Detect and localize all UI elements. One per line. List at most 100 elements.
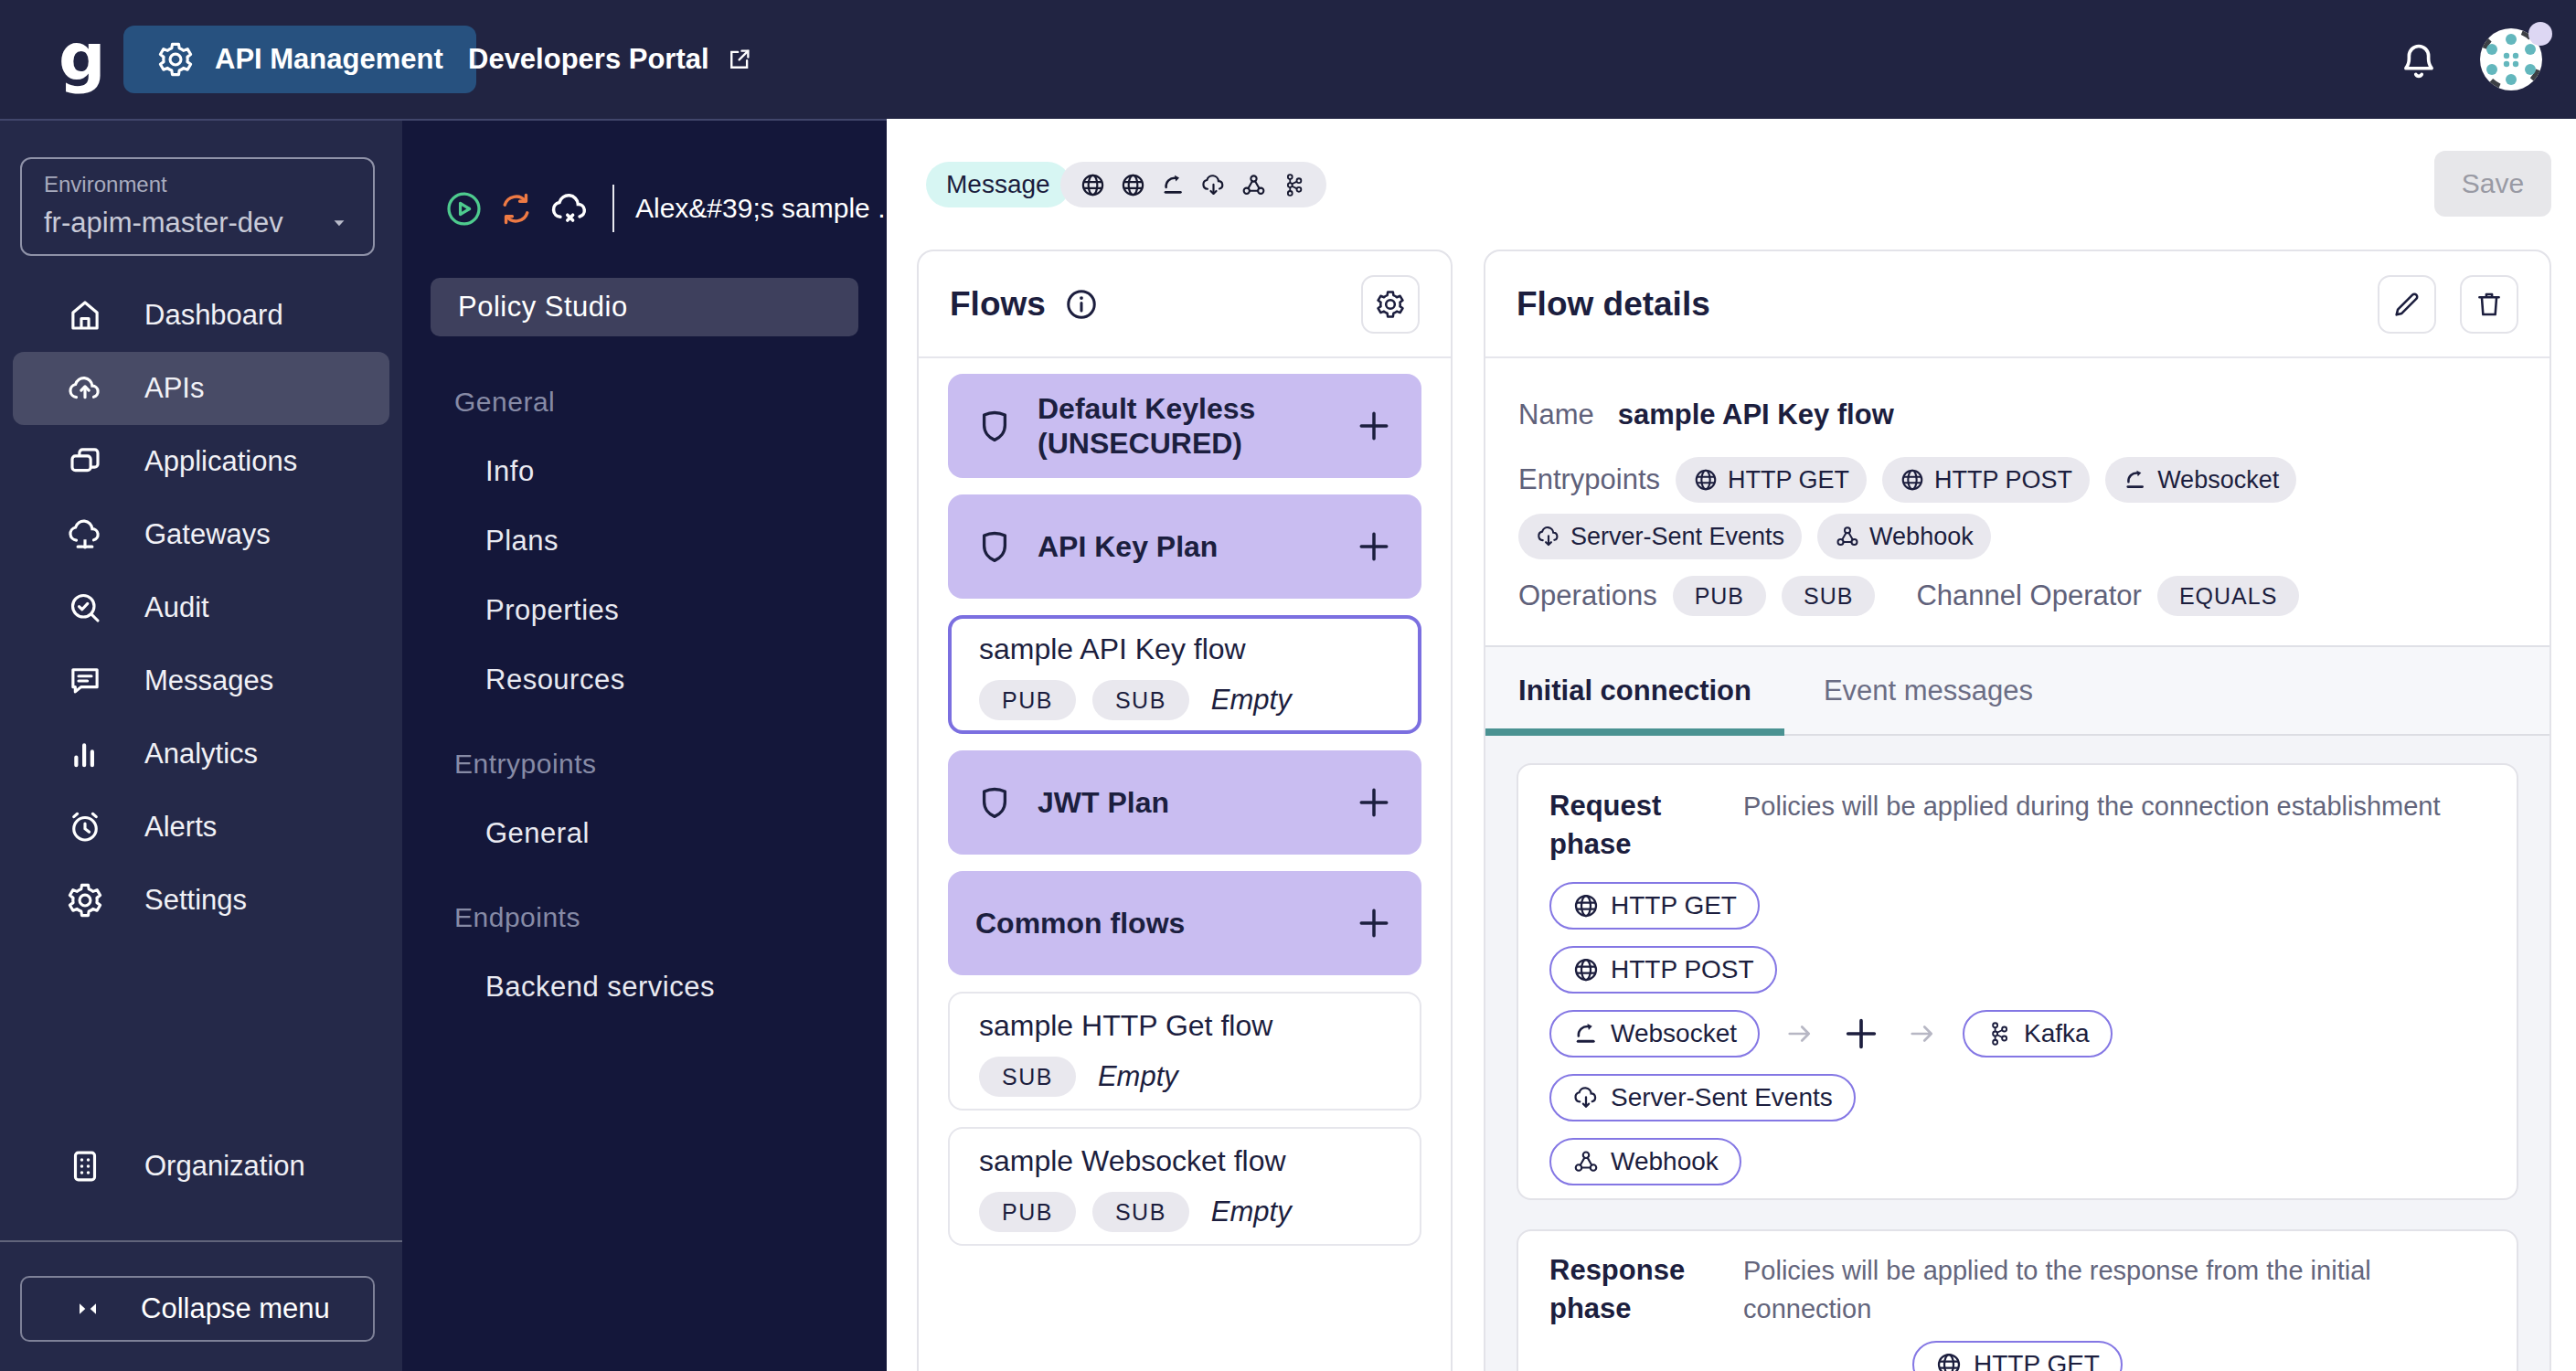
- shield-icon: [975, 527, 1014, 566]
- sidebar-item-analytics[interactable]: Analytics: [13, 717, 389, 791]
- server-sent-events-icon: [1572, 1084, 1600, 1111]
- environment-select[interactable]: Environment fr-apim-master-dev: [20, 157, 375, 256]
- menu-item-policy-studio[interactable]: Policy Studio: [431, 278, 858, 336]
- sidebar-item-messages[interactable]: Messages: [13, 644, 389, 717]
- policy-chip-sse[interactable]: Server-Sent Events: [1549, 1074, 1856, 1121]
- sidebar-item-audit[interactable]: Audit: [13, 571, 389, 644]
- menu-item-properties[interactable]: Properties: [402, 576, 887, 645]
- edit-flow-button[interactable]: [2378, 275, 2436, 334]
- channel-operator-label: Channel Operator: [1916, 579, 2141, 612]
- gear-icon: [66, 881, 104, 919]
- api-management-button[interactable]: API Management: [123, 26, 476, 93]
- policy-chip-webhook[interactable]: Webhook: [1549, 1138, 1741, 1185]
- flow-title: sample API Key flow: [979, 632, 1390, 666]
- sidebar-item-dashboard[interactable]: Dashboard: [13, 279, 389, 352]
- section-label-endpoints: Endpoints: [402, 883, 887, 952]
- plan-card-default-keyless[interactable]: Default Keyless (UNSECURED): [948, 374, 1421, 478]
- menu-item-entrypoints-general[interactable]: General: [402, 799, 887, 868]
- api-management-label: API Management: [215, 43, 443, 76]
- user-avatar[interactable]: [2479, 27, 2543, 91]
- cloud-upload-icon: [66, 369, 104, 408]
- api-start-icon[interactable]: [444, 189, 484, 228]
- request-phase-description: Policies will be applied during the conn…: [1743, 787, 2486, 864]
- response-phase-description: Policies will be applied to the response…: [1743, 1251, 2486, 1328]
- sidebar-item-gateways[interactable]: Gateways: [13, 498, 389, 571]
- flow-card-sample-websocket[interactable]: sample Websocket flow PUB SUB Empty: [948, 1127, 1421, 1246]
- flows-settings-button[interactable]: [1361, 275, 1420, 334]
- notifications-bell-icon[interactable]: [2395, 35, 2443, 84]
- collapse-menu-label: Collapse menu: [141, 1292, 330, 1325]
- gear-icon: [156, 40, 195, 79]
- plan-card-jwt[interactable]: JWT Plan: [948, 750, 1421, 855]
- add-flow-icon[interactable]: [1354, 406, 1394, 446]
- api-sync-icon[interactable]: [497, 190, 535, 228]
- developers-portal-link[interactable]: Developers Portal: [468, 26, 753, 93]
- arrow-right-icon: [1906, 1017, 1939, 1050]
- info-icon[interactable]: [1064, 287, 1099, 322]
- empty-label: Empty: [1211, 684, 1292, 717]
- delete-flow-button[interactable]: [2460, 275, 2518, 334]
- websocket-icon: [2123, 467, 2148, 493]
- save-button[interactable]: Save: [2434, 151, 2551, 217]
- sub-badge: SUB: [1092, 680, 1189, 720]
- webhook-icon: [1240, 172, 1267, 198]
- plan-card-api-key[interactable]: API Key Plan: [948, 494, 1421, 599]
- api-sidebar: Alex&#39;s sample ... Policy Studio Gene…: [402, 119, 887, 1371]
- name-label: Name: [1518, 399, 1594, 431]
- entrypoint-chip-websocket: Websocket: [2105, 457, 2296, 503]
- tabs: Initial connection Event messages: [1485, 645, 2549, 736]
- sidebar-item-applications[interactable]: Applications: [13, 425, 389, 498]
- connector-chip-kafka[interactable]: Kafka: [1963, 1010, 2113, 1057]
- collapse-menu-button[interactable]: Collapse menu: [20, 1276, 375, 1342]
- http-get-icon: [1572, 892, 1600, 919]
- section-label-entrypoints: Entrypoints: [402, 729, 887, 799]
- operations-label: Operations: [1518, 579, 1657, 612]
- menu-item-resources[interactable]: Resources: [402, 645, 887, 715]
- sidebar-item-alerts[interactable]: Alerts: [13, 791, 389, 864]
- entrypoint-chip-sse: Server-Sent Events: [1518, 514, 1802, 559]
- sidebar-item-organization[interactable]: Organization: [13, 1130, 389, 1203]
- sidebar-item-settings[interactable]: Settings: [13, 864, 389, 937]
- server-sent-events-icon: [1200, 172, 1227, 198]
- channel-operator-value: EQUALS: [2157, 576, 2299, 616]
- sidebar-item-label: Messages: [144, 664, 273, 697]
- plan-card-common-flows[interactable]: Common flows: [948, 871, 1421, 975]
- main-content: Message Save Flows Default Keyless (UNSE…: [887, 119, 2576, 1371]
- flow-card-sample-http-get[interactable]: sample HTTP Get flow SUB Empty: [948, 992, 1421, 1111]
- add-flow-icon[interactable]: [1354, 903, 1394, 943]
- sidebar-divider: [0, 1240, 402, 1242]
- menu-item-label: Policy Studio: [458, 291, 628, 324]
- menu-item-backend-services[interactable]: Backend services: [402, 952, 887, 1022]
- alarm-icon: [66, 808, 104, 846]
- sub-badge: SUB: [979, 1057, 1076, 1097]
- sub-badge: SUB: [1092, 1192, 1189, 1232]
- policy-chip-http-get[interactable]: HTTP GET: [1549, 882, 1760, 930]
- sidebar-item-label: Alerts: [144, 811, 217, 844]
- menu-item-info[interactable]: Info: [402, 437, 887, 506]
- sub-badge: SUB: [1782, 576, 1875, 616]
- add-policy-icon[interactable]: [1840, 1013, 1882, 1055]
- flow-details-title: Flow details: [1517, 285, 1710, 324]
- flows-panel: Flows Default Keyless (UNSECURED) API Ke…: [917, 250, 1453, 1371]
- pub-badge: PUB: [979, 1192, 1076, 1232]
- pencil-icon: [2391, 289, 2422, 320]
- sidebar-item-label: APIs: [144, 372, 204, 405]
- flow-card-sample-api-key[interactable]: sample API Key flow PUB SUB Empty: [948, 615, 1421, 734]
- pub-badge: PUB: [1673, 576, 1766, 616]
- sidebar-item-label: Audit: [144, 591, 209, 624]
- bar-chart-icon: [66, 735, 104, 773]
- tab-event-messages[interactable]: Event messages: [1784, 647, 2072, 734]
- menu-item-plans[interactable]: Plans: [402, 506, 887, 576]
- request-phase-box: Request phase Policies will be applied d…: [1517, 763, 2518, 1200]
- http-post-icon: [1120, 172, 1146, 198]
- policy-chip-websocket[interactable]: Websocket: [1549, 1010, 1760, 1057]
- sidebar-item-apis[interactable]: APIs: [13, 352, 389, 425]
- policy-chip-http-post[interactable]: HTTP POST: [1549, 946, 1777, 994]
- policy-chip-http-get[interactable]: HTTP GET: [1912, 1341, 2123, 1371]
- add-flow-icon[interactable]: [1354, 782, 1394, 823]
- add-flow-icon[interactable]: [1354, 526, 1394, 567]
- gravitee-logo[interactable]: g: [59, 24, 106, 90]
- entrypoint-chip-http-get: HTTP GET: [1676, 457, 1867, 503]
- api-unpublished-icon[interactable]: [548, 187, 591, 230]
- tab-initial-connection[interactable]: Initial connection: [1485, 647, 1784, 734]
